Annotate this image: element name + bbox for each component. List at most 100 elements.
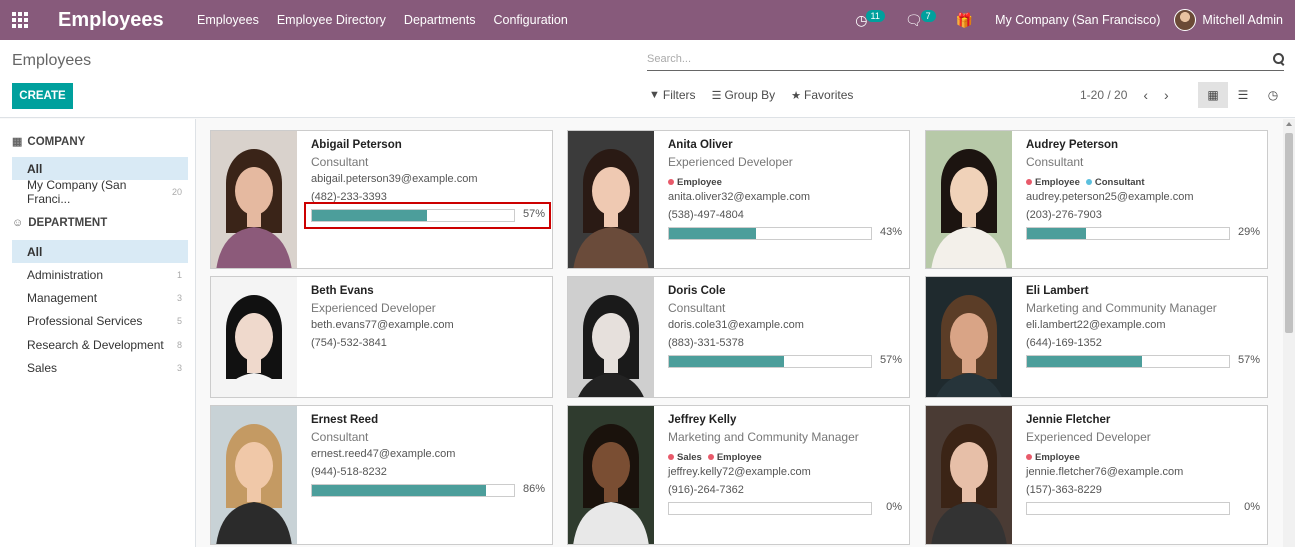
menu-employee-directory[interactable]: Employee Directory: [268, 13, 395, 27]
bars-icon: ☰: [711, 89, 722, 102]
employee-portrait-image: [926, 277, 1012, 397]
create-button[interactable]: CREATE: [12, 83, 73, 109]
employee-name: Ernest Reed: [311, 414, 379, 426]
kanban-view-icon[interactable]: ▦: [1198, 82, 1228, 108]
employee-card[interactable]: Doris Cole Consultant doris.cole31@exampl…: [567, 276, 910, 398]
progress-percentage: 43%: [879, 226, 902, 238]
employee-portrait-image: [211, 277, 297, 397]
employee-card[interactable]: Eli Lambert Marketing and Community Mana…: [925, 276, 1268, 398]
user-avatar[interactable]: [1174, 9, 1197, 31]
activity-view-icon[interactable]: ◷: [1258, 82, 1288, 108]
chevron-left-icon[interactable]: ‹: [1143, 87, 1148, 103]
progress-fill: [312, 485, 486, 496]
employee-photo: [926, 131, 1012, 268]
scrollbar-thumb[interactable]: [1285, 133, 1293, 333]
department-item-administration[interactable]: Administration 1: [12, 263, 188, 286]
scroll-up-arrow-icon[interactable]: [1286, 122, 1292, 126]
progress-percentage: 0%: [886, 501, 902, 513]
users-icon: ☺: [12, 217, 24, 229]
menu-employees[interactable]: Employees: [188, 13, 268, 27]
tag-label: Employee: [1035, 176, 1080, 188]
employee-photo: [568, 406, 654, 544]
gift-icon[interactable]: 🎁: [956, 12, 973, 29]
chevron-right-icon[interactable]: ›: [1164, 87, 1169, 103]
favorites-button[interactable]: ★ Favorites: [791, 88, 853, 102]
department-item-sales[interactable]: Sales 3: [12, 356, 188, 379]
employee-card[interactable]: Audrey Peterson Consultant Employee Consul…: [925, 130, 1268, 269]
employee-email: audrey.peterson25@example.com: [1026, 191, 1194, 203]
employee-card[interactable]: Ernest Reed Consultant ernest.reed47@exam…: [210, 405, 553, 545]
tag-label: Employee: [677, 176, 722, 188]
employee-portrait-image: [926, 131, 1012, 268]
company-item-my-company[interactable]: My Company (San Franci... 20: [12, 177, 188, 206]
breadcrumb: Employees: [12, 52, 92, 69]
employee-job-title: Experienced Developer: [1026, 430, 1151, 444]
department-item-all[interactable]: All: [12, 240, 188, 263]
company-header-label: COMPANY: [27, 135, 86, 148]
filters-button[interactable]: ▼ Filters: [649, 88, 696, 102]
employee-name: Jeffrey Kelly: [668, 414, 737, 426]
employee-details: Audrey Peterson Consultant Employee Consul…: [1026, 139, 1259, 227]
employee-name: Jennie Fletcher: [1026, 414, 1111, 426]
search-icon[interactable]: [1272, 53, 1284, 65]
activity-menu[interactable]: ◷ 11: [855, 10, 885, 29]
employee-name: Beth Evans: [311, 285, 374, 297]
employee-card[interactable]: Jeffrey Kelly Marketing and Community Ma…: [567, 405, 910, 545]
department-item-count: 3: [176, 292, 182, 303]
employee-card[interactable]: Anita Oliver Experienced Developer Employ…: [567, 130, 910, 269]
user-menu[interactable]: Mitchell Admin: [1202, 13, 1283, 27]
highlight-box: [304, 202, 551, 229]
view-switcher: ▦ ☰ ◷: [1198, 82, 1288, 108]
employee-card[interactable]: Abigail Peterson Consultant abigail.peter…: [210, 130, 553, 269]
search-input[interactable]: [647, 53, 1272, 65]
employee-photo: [211, 131, 297, 268]
progress-fill: [1027, 356, 1143, 367]
pager-value[interactable]: 1-20 / 20: [1080, 88, 1127, 102]
employee-email: jeffrey.kelly72@example.com: [668, 466, 811, 478]
employee-progress-bar: [311, 484, 515, 497]
department-item-count: 8: [176, 339, 182, 350]
employee-email: anita.oliver32@example.com: [668, 191, 811, 203]
scrollbar[interactable]: [1283, 119, 1295, 547]
messaging-menu[interactable]: 🗨 7: [905, 10, 936, 29]
favorites-label: Favorites: [804, 88, 854, 102]
groupby-button[interactable]: ☰ Group By: [712, 88, 776, 102]
list-view-icon[interactable]: ☰: [1228, 82, 1258, 108]
employee-portrait-image: [568, 406, 654, 544]
employee-phone: (883)-331-5378: [668, 337, 744, 349]
department-item-professional-services[interactable]: Professional Services 5: [12, 309, 188, 332]
employee-name: Abigail Peterson: [311, 139, 402, 151]
department-item-management[interactable]: Management 3: [12, 286, 188, 309]
employee-job-title: Marketing and Community Manager: [668, 430, 859, 444]
employee-tags: Employee: [668, 173, 901, 191]
company-item-label: My Company (San Franci...: [27, 177, 127, 206]
employee-progress-bar: [668, 502, 872, 515]
messages-badge: 7: [920, 10, 936, 22]
employee-card[interactable]: Beth Evans Experienced Developer beth.eva…: [210, 276, 553, 398]
tag-label: Employee: [1035, 451, 1080, 463]
menu-departments[interactable]: Departments: [395, 13, 485, 27]
employee-job-title: Marketing and Community Manager: [1026, 301, 1217, 315]
employee-job-title: Consultant: [1026, 155, 1084, 169]
employee-progress-bar: [1026, 227, 1230, 240]
apps-menu-icon[interactable]: [0, 0, 40, 40]
progress-fill: [1027, 228, 1086, 239]
employee-portrait-image: [211, 406, 297, 544]
employee-phone: (538)-497-4804: [668, 209, 744, 221]
department-item-research-development[interactable]: Research & Development 8: [12, 333, 188, 356]
menu-configuration[interactable]: Configuration: [484, 13, 576, 27]
app-title: Employees: [58, 8, 164, 31]
employee-card[interactable]: Jennie Fletcher Experienced Developer Emp…: [925, 405, 1268, 545]
employee-photo: [926, 406, 1012, 544]
employee-job-title: Consultant: [311, 430, 369, 444]
tag-color-dot: [707, 454, 714, 460]
employee-photo: [568, 277, 654, 397]
kanban-view: Abigail Peterson Consultant abigail.peter…: [197, 119, 1282, 547]
company-switcher[interactable]: My Company (San Francisco): [995, 13, 1160, 27]
employee-details: Eli Lambert Marketing and Community Mana…: [1026, 285, 1259, 355]
tag-color-dot: [668, 179, 674, 185]
employee-portrait-image: [926, 406, 1012, 544]
department-item-label: Administration: [27, 267, 104, 282]
employee-tag: Sales: [668, 452, 702, 463]
progress-percentage: 57%: [879, 354, 902, 366]
